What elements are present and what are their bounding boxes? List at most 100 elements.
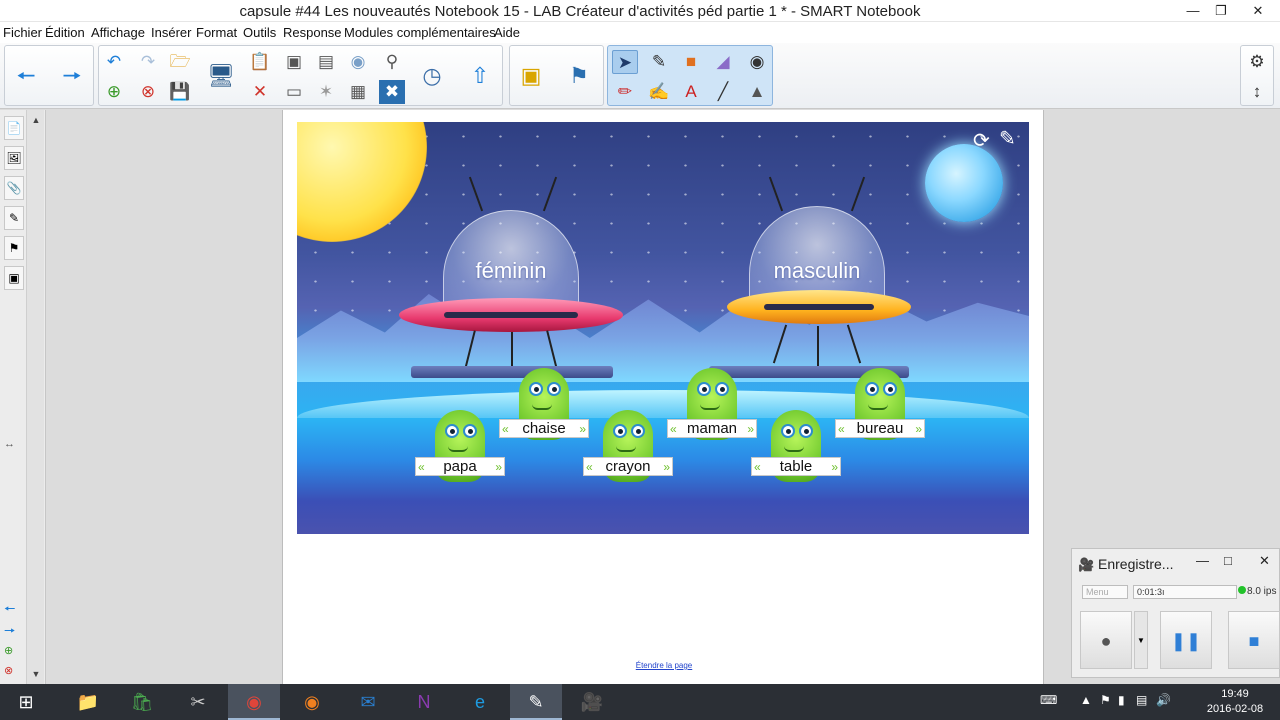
next-page-icon[interactable]: 🠖 — [4, 622, 15, 644]
eraser-small-icon[interactable]: ▲ — [744, 80, 770, 104]
menu-aide[interactable]: Aide — [494, 25, 520, 40]
pause-button[interactable]: ❚❚ — [1160, 611, 1212, 669]
pencil-icon[interactable]: ✎ — [999, 126, 1016, 151]
delete-page-small-icon[interactable]: ⊗ — [4, 664, 13, 677]
ufo-label-feminin[interactable]: féminin — [411, 258, 611, 284]
menu-format[interactable]: Format — [196, 25, 237, 40]
word-chaise[interactable]: «chaise» — [499, 419, 589, 438]
share-icon[interactable]: ⇧ — [467, 64, 493, 88]
recorder-taskbar-icon[interactable]: 🎥 — [566, 684, 618, 720]
clear-ink-icon[interactable]: ✶ — [313, 80, 339, 104]
snipping-tool-icon[interactable]: ✂ — [172, 684, 224, 720]
undo-icon[interactable]: ↶ — [101, 50, 127, 74]
properties-tab-icon[interactable]: ✎ — [4, 206, 24, 230]
tray-chevron-icon[interactable]: ▲ — [1080, 693, 1092, 707]
add-page-icon[interactable]: ⊕ — [101, 80, 127, 104]
close-button[interactable]: ✕ — [1236, 0, 1280, 22]
word-table[interactable]: «table» — [751, 457, 841, 476]
text-icon[interactable]: A — [678, 80, 704, 104]
flag-icon[interactable]: ⚑ — [1100, 693, 1111, 707]
line-icon[interactable]: ╱ — [710, 80, 736, 104]
record-options-chevron-icon[interactable]: ▼ — [1134, 611, 1148, 669]
store-icon[interactable]: 🛍 — [116, 684, 168, 720]
page-sorter-tab-icon[interactable]: 📄 — [4, 116, 24, 140]
recorder-close-button[interactable]: ✕ — [1259, 553, 1270, 569]
menu-edition[interactable]: Édition — [45, 25, 85, 40]
firefox-icon[interactable]: ◉ — [286, 684, 338, 720]
recorder-maximize-button[interactable]: □ — [1224, 553, 1232, 568]
scroll-down-icon[interactable]: ▼ — [27, 666, 45, 682]
menu-outils[interactable]: Outils — [243, 25, 276, 40]
lab-icon[interactable]: ▣ — [518, 64, 544, 88]
file-explorer-icon[interactable]: 📁 — [62, 684, 114, 720]
notebook-page[interactable]: féminin masculin «chaise» «maman» «burea… — [282, 110, 1044, 684]
keyboard-icon[interactable]: ⌨ — [1040, 693, 1057, 707]
display-icon[interactable]: 🖥 — [207, 64, 235, 88]
side-scrollbar[interactable]: ▲ ▼ — [26, 110, 44, 684]
magic-pen-icon[interactable]: ✎ — [646, 50, 672, 74]
clock[interactable]: 19:49 2016-02-08 — [1195, 687, 1275, 717]
menu-response[interactable]: Response — [283, 25, 342, 40]
addons-tab-icon[interactable]: ⚑ — [4, 236, 24, 260]
screen-shade-icon[interactable]: ▣ — [281, 50, 307, 74]
refresh-icon[interactable]: ⟳ — [973, 128, 990, 153]
menu-inserer[interactable]: Insérer — [151, 25, 191, 40]
outlook-icon[interactable]: ✉ — [342, 684, 394, 720]
windows-start-icon[interactable]: ⊞ — [0, 684, 52, 720]
delete-icon[interactable]: ✕ — [247, 80, 273, 104]
scroll-up-icon[interactable]: ▲ — [27, 112, 45, 128]
word-papa[interactable]: «papa» — [415, 457, 505, 476]
document-camera-icon[interactable]: ▤ — [313, 50, 339, 74]
battery-icon[interactable]: ▮ — [1118, 693, 1125, 707]
forward-arrow-icon[interactable]: 🠖 — [59, 64, 85, 88]
word-bureau[interactable]: «bureau» — [835, 419, 925, 438]
internet-explorer-icon[interactable]: e — [454, 684, 506, 720]
sorting-activity[interactable]: féminin masculin «chaise» «maman» «burea… — [297, 122, 1029, 534]
back-arrow-icon[interactable]: 🠔 — [13, 64, 39, 88]
eraser-icon[interactable]: ◢ — [710, 50, 736, 74]
ufo-label-masculin[interactable]: masculin — [717, 258, 917, 284]
paste-icon[interactable]: 📋 — [247, 50, 273, 74]
record-screen-icon[interactable]: ◷ — [419, 64, 445, 88]
creative-pen-icon[interactable]: ✍ — [646, 80, 672, 104]
pens-icon[interactable]: ✏ — [612, 80, 638, 104]
word-maman[interactable]: «maman» — [667, 419, 757, 438]
redo-icon[interactable]: ↷ — [135, 50, 161, 74]
network-icon[interactable]: ▤ — [1136, 693, 1147, 707]
volume-icon[interactable]: 🔊 — [1156, 693, 1171, 707]
open-folder-icon[interactable]: 🗁 — [167, 50, 193, 74]
spellcheck-icon[interactable]: ⚲ — [379, 50, 405, 74]
attachments-tab-icon[interactable]: 📎 — [4, 176, 24, 200]
gallery-tab-icon[interactable]: 🖼 — [4, 146, 24, 170]
select-arrow-icon[interactable]: ➤ — [612, 50, 638, 74]
lab-tab-icon[interactable]: ▣ — [4, 266, 24, 290]
extend-page-link[interactable]: Étendre la page — [283, 661, 1045, 670]
updown-arrow-icon[interactable]: ↕ — [1244, 80, 1270, 104]
chrome-icon[interactable]: ◉ — [228, 684, 280, 720]
delete-page-icon[interactable]: ⊗ — [135, 80, 161, 104]
full-screen-icon[interactable]: ▭ — [281, 80, 307, 104]
minimize-button[interactable]: — — [1178, 0, 1208, 22]
menu-fichier[interactable]: Fichier — [3, 25, 42, 40]
gear-icon[interactable]: ⚙ — [1244, 50, 1270, 74]
close-x-icon[interactable]: ✖ — [379, 80, 405, 104]
shapes-icon[interactable]: ■ — [678, 50, 704, 74]
record-button[interactable]: ● — [1080, 611, 1132, 669]
save-icon[interactable]: 💾 — [167, 80, 193, 104]
stop-button[interactable]: ■ — [1228, 611, 1280, 669]
maximize-button[interactable]: ❐ — [1206, 0, 1236, 22]
word-crayon[interactable]: «crayon» — [583, 457, 673, 476]
resize-handle-icon[interactable]: ↔ — [4, 438, 15, 450]
fill-icon[interactable]: ◉ — [744, 50, 770, 74]
onenote-icon[interactable]: N — [398, 684, 450, 720]
recorder-mode-select[interactable]: Menu — [1082, 585, 1128, 599]
table-icon[interactable]: ▦ — [345, 80, 371, 104]
prev-page-icon[interactable]: 🠔 — [4, 600, 15, 622]
recorder-minimize-button[interactable]: — — [1196, 553, 1209, 568]
capture-icon[interactable]: ◉ — [345, 50, 371, 74]
smart-notebook-icon[interactable]: ✎ — [510, 684, 562, 720]
puzzle-icon[interactable]: ⚑ — [566, 64, 592, 88]
add-page-small-icon[interactable]: ⊕ — [4, 644, 13, 657]
menu-modules[interactable]: Modules complémentaires — [344, 25, 496, 40]
menu-affichage[interactable]: Affichage — [91, 25, 145, 40]
